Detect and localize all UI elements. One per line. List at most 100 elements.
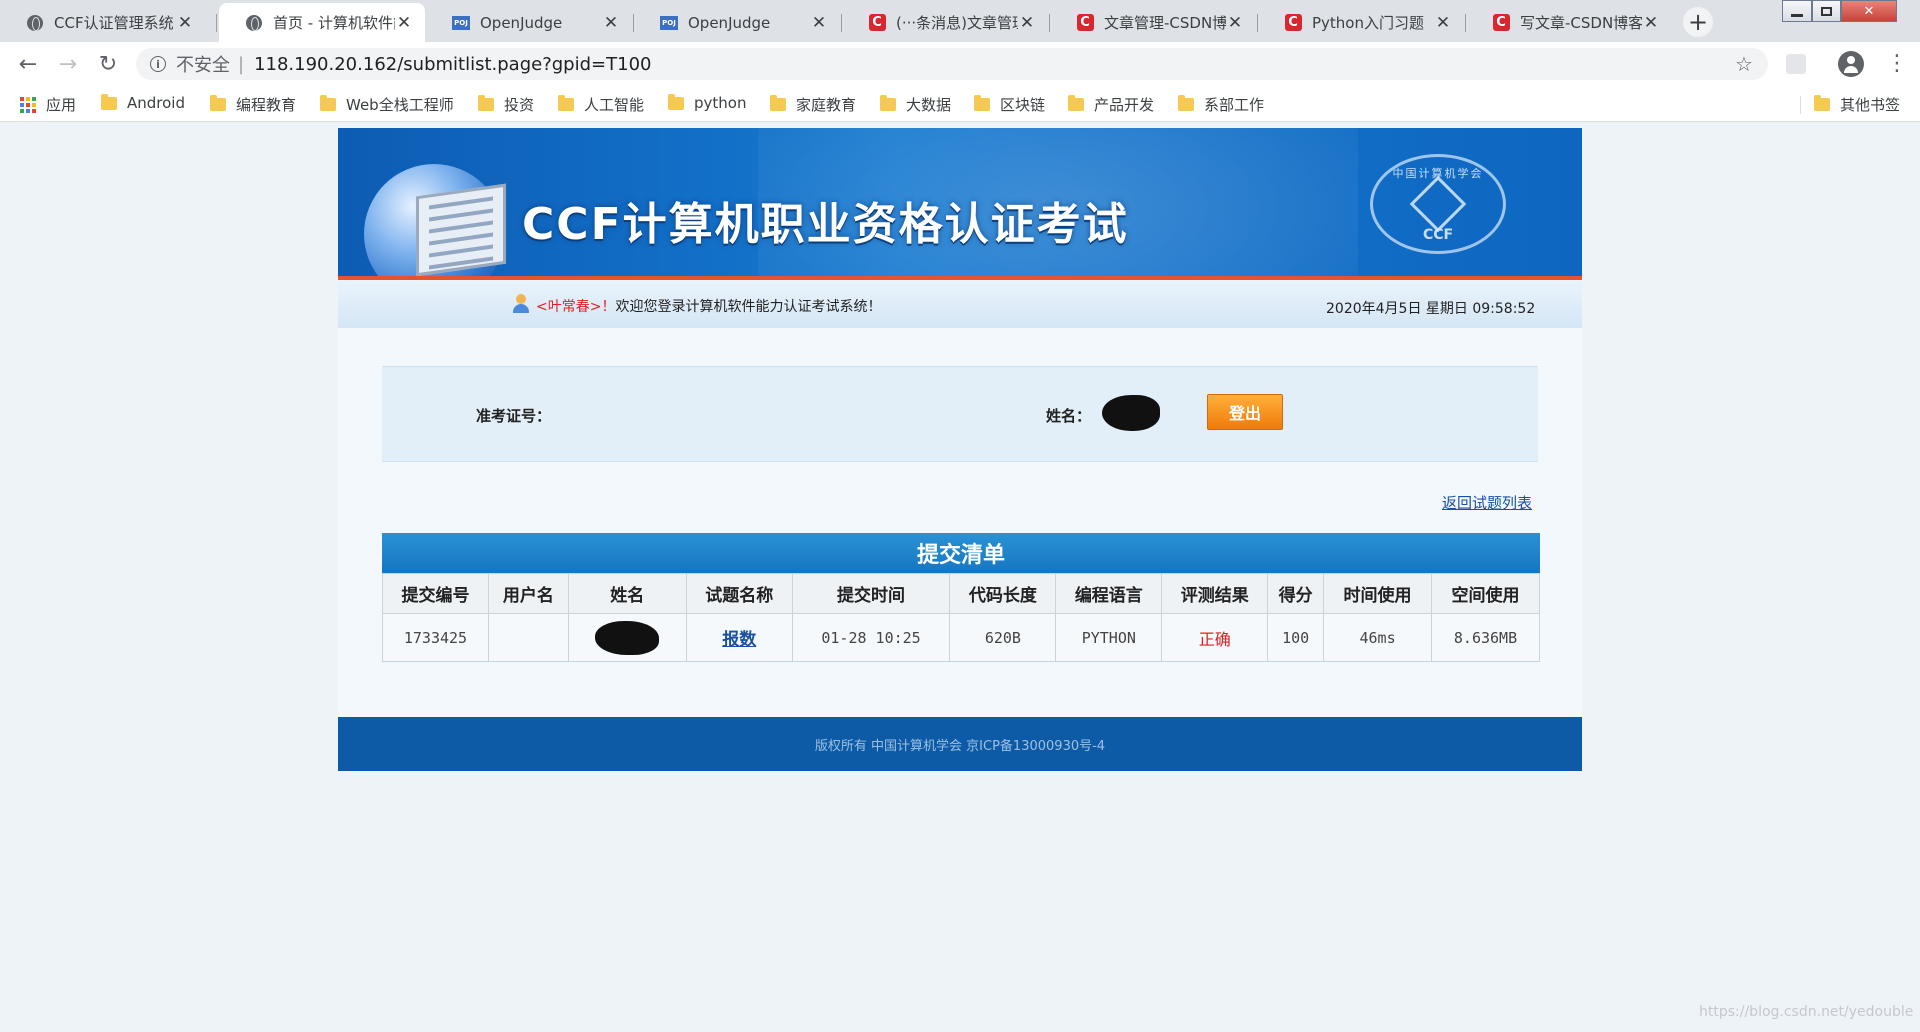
bookmark-label: 区块链 xyxy=(1000,96,1046,114)
folder-icon xyxy=(478,95,494,111)
time-used: 46ms xyxy=(1323,613,1432,662)
browser-tab-strip: CCF认证管理系统 ✕ 首页 - 计算机软件能 ✕ POJ OpenJudge … xyxy=(0,0,1920,42)
judge-result: 正确 xyxy=(1161,613,1269,662)
bookmark-label: 其他书签 xyxy=(1840,96,1901,114)
window-close-button[interactable]: ✕ xyxy=(1841,0,1897,22)
csdn-icon: C xyxy=(868,14,886,32)
forward-button[interactable]: → xyxy=(54,50,82,78)
bookmark-label: 投资 xyxy=(504,96,535,114)
bookmark-star-icon[interactable]: ☆ xyxy=(1735,52,1753,76)
close-tab-icon[interactable]: ✕ xyxy=(176,13,194,33)
close-tab-icon[interactable]: ✕ xyxy=(1434,13,1452,33)
programming-language: PYTHON xyxy=(1055,613,1163,662)
back-to-problem-list-link[interactable]: 返回试题列表 xyxy=(1442,492,1532,513)
reload-button[interactable]: ↻ xyxy=(94,50,122,78)
tab-separator xyxy=(216,14,217,32)
back-button[interactable]: ← xyxy=(14,50,42,78)
bookmark-label: 应用 xyxy=(46,96,77,114)
ticket-number-label: 准考证号： xyxy=(476,407,552,425)
close-tab-icon[interactable]: ✕ xyxy=(1226,13,1244,33)
bookmark-label: 家庭教育 xyxy=(796,96,857,114)
browser-toolbar: ← → ↻ i 不安全 | 118.190.20.162/submitlist.… xyxy=(0,42,1920,86)
browser-tab[interactable]: POJ OpenJudge ✕ xyxy=(426,3,632,42)
user-icon xyxy=(512,294,530,314)
close-tab-icon[interactable]: ✕ xyxy=(810,13,828,33)
memory-used: 8.636MB xyxy=(1431,613,1540,662)
browser-menu-icon[interactable]: ⋮ xyxy=(1886,51,1908,77)
window-maximize-button[interactable] xyxy=(1812,0,1841,22)
bookmark-folder[interactable]: 产品开发 xyxy=(1068,94,1154,115)
poj-icon: POJ xyxy=(452,14,470,32)
tab-title: 文章管理-CSDN博 xyxy=(1104,14,1226,32)
maximize-icon xyxy=(1821,6,1832,16)
close-tab-icon[interactable]: ✕ xyxy=(602,13,620,33)
browser-tab-active[interactable]: 首页 - 计算机软件能 ✕ xyxy=(219,3,425,42)
close-tab-icon[interactable]: ✕ xyxy=(395,13,413,33)
folder-icon xyxy=(210,95,226,111)
folder-icon xyxy=(1068,95,1084,111)
browser-tab[interactable]: POJ OpenJudge ✕ xyxy=(634,3,840,42)
submission-username xyxy=(487,613,569,662)
extension-icon[interactable] xyxy=(1786,54,1806,74)
bookmark-label: 人工智能 xyxy=(584,96,645,114)
other-bookmarks[interactable]: 其他书签 xyxy=(1814,94,1900,115)
bookmark-apps[interactable]: 应用 xyxy=(20,94,76,115)
minimize-icon xyxy=(1791,13,1803,17)
bookmark-folder[interactable]: python xyxy=(668,93,747,112)
candidate-info-box: 准考证号： 姓名： 登出 xyxy=(382,366,1538,462)
score: 100 xyxy=(1267,613,1325,662)
bookmark-folder[interactable]: 大数据 xyxy=(880,94,951,115)
page-footer: 版权所有 中国计算机学会 京ICP备13000930号-4 xyxy=(338,717,1582,771)
tab-title: OpenJudge xyxy=(688,13,771,32)
bookmark-folder[interactable]: 编程教育 xyxy=(210,94,296,115)
tab-title: OpenJudge xyxy=(480,13,563,32)
monitor-illustration xyxy=(416,183,506,277)
csdn-icon: C xyxy=(1284,14,1302,32)
column-header: 得分 xyxy=(1267,573,1325,614)
browser-tab[interactable]: CCF认证管理系统 ✕ xyxy=(0,3,206,42)
bookmark-folder[interactable]: 家庭教育 xyxy=(770,94,856,115)
ccf-emblem-logo: 中国计算机学会 CCF xyxy=(1370,154,1506,254)
window-minimize-button[interactable] xyxy=(1782,0,1812,22)
column-header: 编程语言 xyxy=(1055,573,1163,614)
bookmark-folder[interactable]: Web全栈工程师 xyxy=(320,94,454,115)
bookmark-folder[interactable]: 区块链 xyxy=(974,94,1045,115)
name-label: 姓名： xyxy=(1046,407,1092,425)
folder-icon xyxy=(1178,95,1194,111)
info-icon[interactable]: i xyxy=(150,56,166,72)
url-text[interactable]: 118.190.20.162/submitlist.page?gpid=T100 xyxy=(254,54,651,75)
close-tab-icon[interactable]: ✕ xyxy=(1018,13,1036,33)
column-header: 提交编号 xyxy=(382,573,489,614)
browser-tab[interactable]: C Python入门习题（ ✕ xyxy=(1258,3,1464,42)
browser-tab[interactable]: C 写文章-CSDN博客 ✕ xyxy=(1466,3,1672,42)
poj-icon: POJ xyxy=(660,14,678,32)
submission-time: 01-28 10:25 xyxy=(791,613,951,662)
browser-tab[interactable]: C (···条消息)文章管理 ✕ xyxy=(842,3,1048,42)
close-tab-icon[interactable]: ✕ xyxy=(1642,13,1660,33)
bookmark-label: Web全栈工程师 xyxy=(346,96,454,114)
browser-tab[interactable]: C 文章管理-CSDN博 ✕ xyxy=(1050,3,1256,42)
problem-name-link[interactable]: 报数 xyxy=(685,613,793,662)
apps-grid-icon xyxy=(20,96,36,113)
folder-icon xyxy=(320,95,336,111)
bookmark-folder[interactable]: 投资 xyxy=(478,94,534,115)
bookmark-folder[interactable]: Android xyxy=(101,93,185,112)
security-label[interactable]: 不安全 xyxy=(176,51,230,77)
column-header: 代码长度 xyxy=(949,573,1057,614)
profile-avatar-icon[interactable] xyxy=(1838,51,1864,77)
folder-icon xyxy=(668,93,684,110)
bookmarks-bar: 应用 Android 编程教育 Web全栈工程师 投资 人工智能 python … xyxy=(0,86,1920,122)
csdn-icon: C xyxy=(1492,14,1510,32)
logout-button[interactable]: 登出 xyxy=(1207,394,1283,430)
address-bar[interactable]: i 不安全 | 118.190.20.162/submitlist.page?g… xyxy=(136,48,1768,80)
csdn-icon: C xyxy=(1076,14,1094,32)
banner-title: CCF计算机职业资格认证考试 xyxy=(522,199,1129,250)
new-tab-button[interactable]: + xyxy=(1683,7,1713,37)
bookmarks-divider xyxy=(1800,96,1801,114)
bookmark-folder[interactable]: 人工智能 xyxy=(558,94,644,115)
column-header: 时间使用 xyxy=(1323,573,1432,614)
welcome-username: <叶常春>！ xyxy=(536,299,616,315)
bookmark-label: python xyxy=(694,94,747,112)
bookmark-folder[interactable]: 系部工作 xyxy=(1178,94,1264,115)
tab-title: Python入门习题（ xyxy=(1312,14,1434,32)
